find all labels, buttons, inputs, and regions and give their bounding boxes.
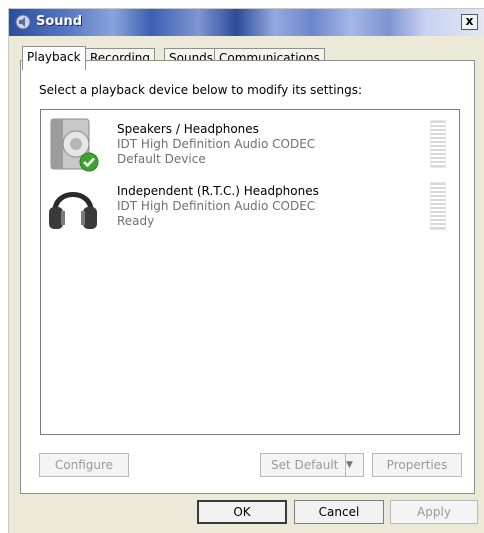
ok-button[interactable]: OK (197, 500, 287, 524)
device-status: Ready (117, 214, 155, 228)
instruction-text: Select a playback device below to modify… (39, 83, 363, 97)
device-item-headphones[interactable]: Independent (R.T.C.) Headphones IDT High… (41, 174, 459, 234)
default-check-icon (79, 152, 99, 172)
window-title: Sound (36, 14, 83, 29)
title-bar[interactable]: Sound x (9, 9, 483, 36)
playback-panel: Select a playback device below to modify… (20, 60, 475, 494)
device-item-speakers[interactable]: Speakers / Headphones IDT High Definitio… (41, 112, 459, 172)
speaker-title-icon (15, 14, 31, 30)
tab-playback[interactable]: Playback (22, 46, 86, 70)
device-list[interactable]: Speakers / Headphones IDT High Definitio… (40, 109, 460, 435)
volume-meter (430, 120, 446, 168)
close-button[interactable]: x (461, 14, 478, 30)
properties-button[interactable]: Properties (372, 453, 462, 477)
set-default-label: Set Default (271, 458, 339, 472)
device-driver: IDT High Definition Audio CODEC (117, 137, 316, 151)
device-name: Independent (R.T.C.) Headphones (117, 184, 319, 198)
device-driver: IDT High Definition Audio CODEC (117, 199, 316, 213)
set-default-button[interactable]: Set Default ▼ (260, 453, 364, 477)
chevron-down-icon[interactable]: ▼ (345, 454, 363, 476)
configure-button[interactable]: Configure (39, 453, 129, 477)
headphones-icon (49, 192, 97, 229)
device-status: Default Device (117, 152, 206, 166)
apply-button[interactable]: Apply (390, 500, 478, 524)
volume-meter (430, 182, 446, 230)
device-name: Speakers / Headphones (117, 122, 259, 136)
cancel-button[interactable]: Cancel (294, 500, 384, 524)
